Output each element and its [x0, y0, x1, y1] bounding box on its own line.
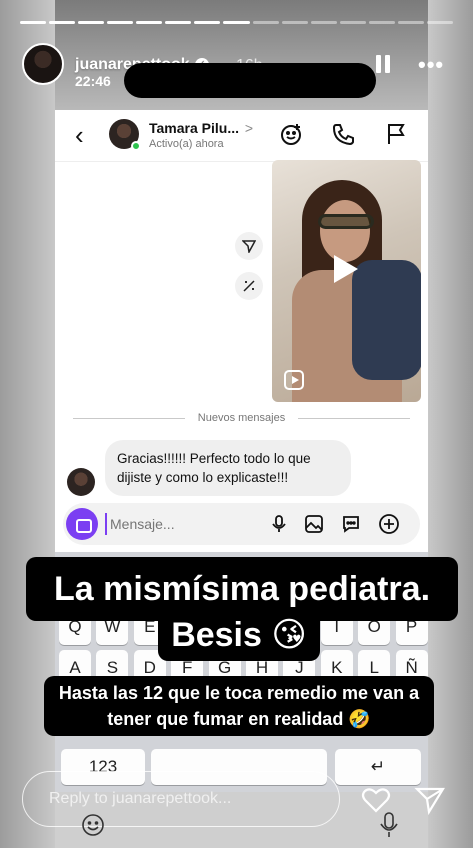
- progress-segment: [78, 21, 105, 24]
- progress-segment: [20, 21, 47, 24]
- video-baby: [352, 260, 421, 380]
- reply-input[interactable]: [22, 771, 340, 827]
- story-text-line-2: Besis 😘: [158, 609, 320, 661]
- pause-icon[interactable]: [376, 55, 390, 73]
- message-bubble[interactable]: Gracias!!!!!! Perfecto todo lo que dijis…: [105, 440, 351, 496]
- progress-segment: [136, 21, 163, 24]
- progress-segment: [339, 21, 366, 24]
- progress-segment: [281, 21, 308, 24]
- plus-icon[interactable]: [378, 513, 400, 535]
- sunglasses: [318, 214, 374, 229]
- progress-segment: [165, 21, 192, 24]
- video-message[interactable]: [272, 160, 421, 402]
- story-background-right: [428, 0, 473, 848]
- chevron-left-icon[interactable]: ‹: [75, 120, 84, 151]
- chat-bubble-icon[interactable]: [340, 513, 362, 535]
- progress-segment: [49, 21, 76, 24]
- progress-segment: [426, 21, 453, 24]
- status-bar-clock: 22:46: [75, 73, 111, 89]
- paper-plane-icon[interactable]: [414, 784, 446, 816]
- sticker-icon[interactable]: [279, 121, 305, 147]
- magic-icon[interactable]: [235, 272, 263, 300]
- message-avatar[interactable]: [67, 468, 95, 496]
- contact-name[interactable]: Tamara Pilu... >: [149, 120, 253, 136]
- chat-header: ‹ Tamara Pilu... > Activo(a) ahora: [55, 110, 428, 162]
- send-icon[interactable]: [235, 232, 263, 260]
- contact-name-text: Tamara Pilu...: [149, 120, 239, 136]
- keyboard-microphone-icon[interactable]: [378, 810, 400, 840]
- play-icon[interactable]: [334, 255, 358, 283]
- progress-segment: [194, 21, 221, 24]
- message-composer: [63, 503, 420, 545]
- progress-segment: [107, 21, 134, 24]
- contact-status: Activo(a) ahora: [149, 138, 224, 150]
- progress-segment: [310, 21, 337, 24]
- story-viewer: juanarepettook ✓ 16h 22:46 ••• ‹ Tamara …: [0, 0, 473, 848]
- online-indicator: [131, 141, 141, 151]
- chevron-right-icon: >: [244, 120, 254, 136]
- reel-icon: [284, 370, 304, 390]
- story-caption: Hasta las 12 que le toca remedio me van …: [44, 676, 434, 736]
- divider-label: Nuevos mensajes: [197, 412, 286, 424]
- emoji-icon[interactable]: [80, 812, 106, 838]
- image-icon[interactable]: [303, 513, 325, 535]
- progress-segment: [368, 21, 395, 24]
- phone-icon[interactable]: [331, 121, 357, 147]
- dynamic-island: [124, 63, 376, 98]
- story-progress-bar: [20, 21, 453, 24]
- microphone-icon[interactable]: [268, 513, 290, 535]
- camera-icon[interactable]: [66, 508, 98, 540]
- video-person-face: [320, 200, 370, 262]
- more-options-icon[interactable]: •••: [418, 52, 444, 78]
- flag-icon[interactable]: [383, 121, 409, 147]
- story-author-avatar[interactable]: [22, 43, 64, 85]
- progress-segment: [252, 21, 279, 24]
- new-messages-divider: Nuevos mensajes: [73, 410, 410, 426]
- progress-segment: [397, 21, 424, 24]
- progress-segment: [223, 21, 250, 24]
- message-input[interactable]: [105, 513, 255, 535]
- key[interactable]: ↵: [335, 749, 421, 785]
